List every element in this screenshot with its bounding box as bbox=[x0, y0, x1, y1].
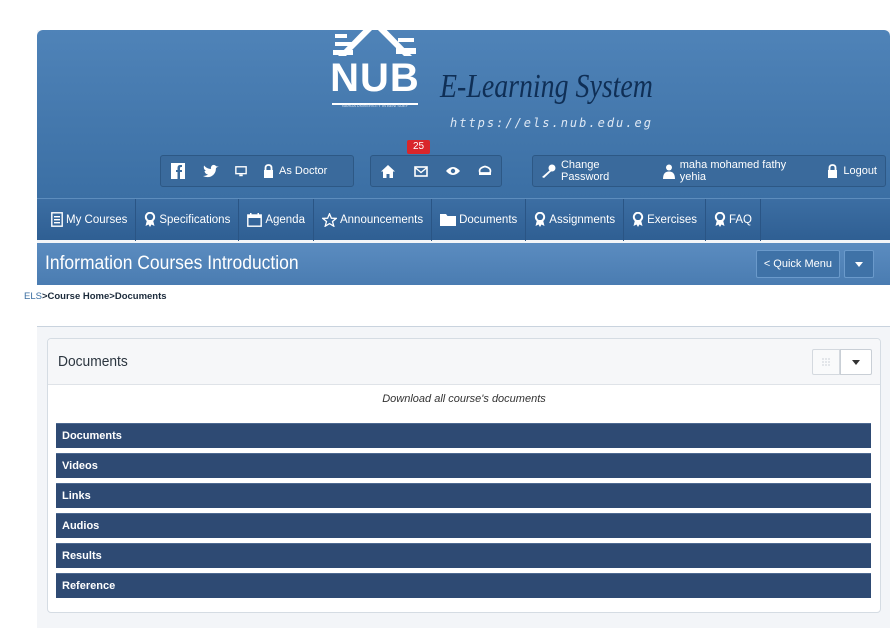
nav-item-specifications[interactable]: Specifications bbox=[136, 198, 240, 241]
twitter-icon bbox=[203, 164, 219, 178]
ribbon-icon bbox=[714, 212, 726, 227]
mail-icon bbox=[414, 165, 428, 177]
course-bar: Information Courses Introduction < Quick… bbox=[37, 243, 890, 285]
panel-grid-button[interactable] bbox=[812, 349, 840, 375]
chat-button[interactable] bbox=[469, 156, 501, 186]
nav-label: Documents bbox=[459, 213, 518, 226]
change-password-label: Change Password bbox=[560, 159, 610, 183]
breadcrumb-root[interactable]: ELS bbox=[24, 291, 42, 302]
monitor-icon bbox=[235, 165, 247, 176]
user-icon bbox=[662, 164, 675, 179]
ribbon-icon bbox=[145, 212, 156, 227]
nav-item-assignments[interactable]: Assignments bbox=[526, 198, 625, 241]
view-button[interactable] bbox=[437, 156, 469, 186]
nav-label: Assignments bbox=[549, 213, 616, 226]
ribbon-icon bbox=[632, 212, 644, 227]
nav-label: FAQ bbox=[728, 213, 752, 226]
document-sections: Documents Videos Links Audios Results Re… bbox=[56, 423, 871, 603]
lock-icon bbox=[828, 164, 838, 178]
logout-label: Logout bbox=[843, 165, 877, 177]
panel-title: Documents bbox=[58, 353, 128, 370]
main-nav: My Courses Specifications Agenda Announc… bbox=[37, 198, 890, 241]
nav-item-exercises[interactable]: Exercises bbox=[624, 198, 706, 241]
grid-icon bbox=[822, 358, 830, 366]
nav-item-announcements[interactable]: Announcements bbox=[314, 198, 433, 241]
site-url: https://els.nub.edu.eg bbox=[450, 116, 653, 130]
breadcrumb-bar: ELS>Course Home>Documents bbox=[24, 285, 890, 327]
section-reference[interactable]: Reference bbox=[56, 573, 871, 598]
facebook-button[interactable] bbox=[161, 156, 195, 186]
nav-item-agenda[interactable]: Agenda bbox=[239, 198, 314, 241]
course-title: Information Courses Introduction bbox=[45, 253, 299, 274]
folder-icon bbox=[440, 214, 457, 226]
toolbar-quick-icons bbox=[370, 155, 502, 187]
user-profile-button[interactable]: maha mohamed fathy yehia bbox=[659, 156, 824, 186]
as-doctor-label: As Doctor bbox=[279, 165, 328, 177]
list-icon bbox=[51, 212, 63, 227]
breadcrumb: ELS>Course Home>Documents bbox=[24, 291, 167, 302]
calendar-icon bbox=[247, 212, 263, 227]
ribbon-icon bbox=[535, 212, 546, 227]
facebook-icon bbox=[171, 163, 185, 179]
site-title: E-Learning System bbox=[440, 68, 653, 105]
twitter-button[interactable] bbox=[195, 156, 227, 186]
nav-label: Specifications bbox=[159, 213, 231, 226]
chat-icon bbox=[478, 165, 492, 175]
nav-item-documents[interactable]: Documents bbox=[432, 198, 527, 241]
caret-down-icon bbox=[855, 261, 863, 267]
home-icon bbox=[381, 164, 395, 178]
panel-header: Documents bbox=[48, 339, 880, 385]
section-documents[interactable]: Documents bbox=[56, 423, 871, 448]
lock-icon bbox=[264, 164, 273, 178]
nav-label: Announcements bbox=[339, 213, 424, 226]
logout-button[interactable]: Logout bbox=[823, 156, 885, 186]
messages-button[interactable] bbox=[405, 156, 437, 186]
toolbar-user: Change Password maha mohamed fathy yehia… bbox=[532, 155, 886, 187]
caret-down-icon bbox=[852, 359, 860, 365]
nav-item-my-courses[interactable]: My Courses bbox=[43, 198, 137, 241]
nav-label: Exercises bbox=[647, 213, 697, 226]
change-password-button[interactable]: Change Password bbox=[533, 156, 659, 186]
home-button[interactable] bbox=[371, 156, 405, 186]
section-videos[interactable]: Videos bbox=[56, 453, 871, 478]
star-icon bbox=[321, 212, 337, 227]
download-all-link[interactable]: Download all course's documents bbox=[48, 393, 880, 405]
key-icon bbox=[541, 164, 556, 178]
monitor-button[interactable] bbox=[227, 156, 255, 186]
quick-menu-button[interactable]: < Quick Menu bbox=[755, 250, 840, 278]
quick-menu-toggle[interactable] bbox=[844, 250, 874, 278]
toolbar-social: As Doctor bbox=[160, 155, 354, 187]
section-results[interactable]: Results bbox=[56, 543, 871, 568]
breadcrumb-path: >Course Home>Documents bbox=[41, 291, 167, 302]
documents-panel: Documents Download all course's document… bbox=[47, 338, 881, 613]
as-doctor-button[interactable]: As Doctor bbox=[255, 156, 335, 186]
nav-label: My Courses bbox=[66, 213, 128, 226]
notification-badge: 25 bbox=[407, 140, 430, 154]
panel-options-toggle[interactable] bbox=[840, 349, 872, 375]
logo-subtext: NAHDA UNIVERSITY IN BENI SUEF bbox=[341, 103, 409, 108]
user-name: maha mohamed fathy yehia bbox=[679, 159, 787, 183]
eye-icon bbox=[446, 167, 460, 175]
nav-label: Agenda bbox=[265, 213, 305, 226]
section-links[interactable]: Links bbox=[56, 483, 871, 508]
nav-item-faq[interactable]: FAQ bbox=[706, 198, 761, 241]
section-audios[interactable]: Audios bbox=[56, 513, 871, 538]
logo-text: NUB bbox=[330, 56, 420, 100]
